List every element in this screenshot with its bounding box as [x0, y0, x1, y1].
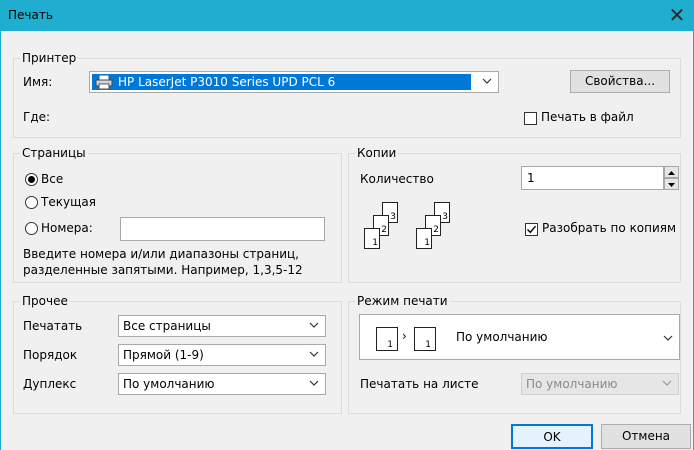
other-print-value: Все страницы	[123, 319, 211, 333]
pages-current-radio[interactable]	[25, 196, 38, 209]
chevron-down-icon	[662, 377, 672, 387]
other-print-label: Печатать	[23, 319, 83, 333]
pages-all-label: Все	[41, 172, 64, 186]
collate-page-1b: 1	[416, 228, 432, 249]
collate-label: Разобрать по копиям	[542, 221, 677, 235]
per-sheet-select[interactable]: По умолчанию	[521, 373, 679, 395]
pages-numbers-input[interactable]	[120, 217, 325, 241]
chevron-down-icon	[309, 319, 319, 329]
properties-button[interactable]: Свойства...	[570, 70, 670, 93]
printer-icon	[95, 74, 113, 90]
pages-numbers-radio[interactable]	[25, 222, 38, 235]
checkmark-icon	[527, 225, 537, 234]
chevron-down-icon	[309, 348, 319, 358]
other-order-select[interactable]: Прямой (1-9)	[118, 344, 326, 366]
mode-page-source: 1	[376, 327, 398, 351]
pages-hint-line1: Введите номера и/или диапазоны страниц,	[23, 247, 299, 261]
title-bar: Печать ✕	[0, 0, 694, 31]
dialog-body: Принтер Имя: HP LaserJet P3010 Series UP…	[0, 31, 694, 450]
arrow-right-icon: ›	[402, 329, 407, 343]
print-mode-select[interactable]: 1 › 1 По умолчанию	[359, 314, 680, 360]
pages-numbers-label: Номера:	[41, 221, 93, 235]
copies-count-value: 1	[527, 171, 535, 185]
pages-hint-line2: разделенные запятыми. Например, 1,3,5-12	[23, 263, 303, 277]
mode-page-target: 1	[414, 327, 436, 351]
printer-where-label: Где:	[23, 110, 51, 124]
other-duplex-value: По умолчанию	[123, 377, 215, 391]
other-order-value: Прямой (1-9)	[123, 348, 204, 362]
copies-spin-down[interactable]	[664, 178, 679, 190]
printer-name-label: Имя:	[23, 75, 53, 89]
printer-name-select[interactable]: HP LaserJet P3010 Series UPD PCL 6	[89, 71, 499, 93]
printer-name-value: HP LaserJet P3010 Series UPD PCL 6	[118, 75, 336, 89]
copies-count-label: Количество	[360, 172, 434, 186]
window-title: Печать	[8, 8, 53, 22]
pages-all-radio[interactable]	[25, 173, 38, 186]
other-legend: Прочее	[20, 294, 70, 308]
radio-selected-dot	[28, 176, 35, 183]
chevron-down-icon	[663, 332, 673, 342]
other-duplex-select[interactable]: По умолчанию	[118, 373, 326, 395]
copies-legend: Копии	[355, 146, 399, 160]
other-duplex-label: Дуплекс	[23, 377, 77, 391]
close-icon[interactable]: ✕	[666, 5, 688, 27]
spin-down-icon	[668, 183, 675, 187]
print-to-file-label: Печать в файл	[541, 110, 634, 124]
other-print-select[interactable]: Все страницы	[118, 315, 326, 337]
spin-up-icon	[668, 171, 675, 175]
print-mode-value: По умолчанию	[456, 330, 548, 344]
collate-page-1a: 1	[364, 228, 380, 249]
other-order-label: Порядок	[23, 348, 78, 362]
chevron-down-icon	[482, 75, 492, 85]
pages-legend: Страницы	[20, 146, 88, 160]
per-sheet-label: Печатать на листе	[360, 377, 479, 391]
pages-current-label: Текущая	[41, 195, 96, 209]
chevron-down-icon	[309, 377, 319, 387]
collate-checkbox[interactable]	[525, 223, 538, 236]
print-to-file-checkbox[interactable]	[524, 112, 537, 125]
ok-button[interactable]: OK	[511, 424, 593, 449]
per-sheet-value: По умолчанию	[526, 377, 618, 391]
cancel-button[interactable]: Отмена	[601, 424, 691, 449]
print-mode-icon: 1 › 1	[370, 325, 450, 351]
collate-icon: 3 2 1 3 2 1	[362, 202, 458, 258]
copies-count-input[interactable]: 1	[521, 166, 664, 190]
copies-spin-up[interactable]	[664, 166, 679, 178]
printer-legend: Принтер	[20, 51, 79, 65]
print-mode-legend: Режим печати	[355, 294, 450, 308]
